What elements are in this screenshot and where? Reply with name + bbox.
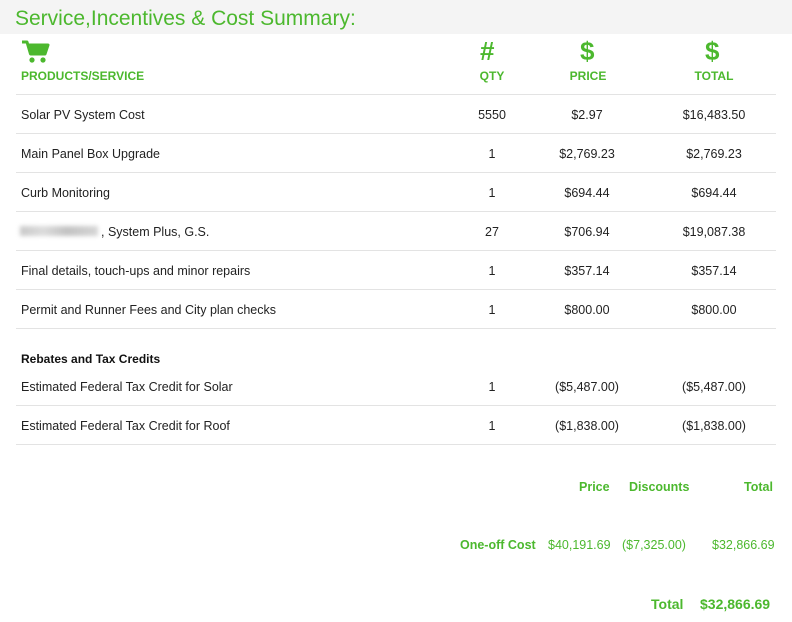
item-name: Main Panel Box Upgrade [21, 147, 160, 161]
item-price: $800.00 [564, 303, 610, 317]
item-total: $694.44 [691, 186, 737, 200]
rebate-name: Estimated Federal Tax Credit for Solar [21, 380, 233, 394]
item-name: Final details, touch-ups and minor repai… [21, 264, 251, 278]
one-off-price: $40,191.69 [548, 538, 611, 552]
rebate-total: ($1,838.00) [682, 419, 746, 433]
dollar-icon: $ [705, 36, 720, 66]
page-title: Service,Incentives & Cost Summary: [15, 7, 356, 30]
column-header-price: PRICE [569, 69, 607, 83]
row-divider [16, 250, 776, 251]
rebates-section-title: Rebates and Tax Credits [21, 352, 161, 366]
row-divider [16, 444, 776, 445]
row-divider [16, 405, 776, 406]
item-name: Curb Monitoring [21, 186, 110, 200]
summary-discounts-header: Discounts [629, 480, 690, 494]
item-total: $2,769.23 [686, 147, 742, 161]
item-price: $2.97 [571, 108, 603, 122]
item-name: Solar PV System Cost [21, 108, 145, 122]
one-off-total: $32,866.69 [712, 538, 775, 552]
shopping-cart-icon [21, 40, 51, 64]
one-off-cost-label: One-off Cost [460, 538, 536, 552]
column-header-total: TOTAL [694, 69, 734, 83]
item-price: $706.94 [564, 225, 610, 239]
item-total: $800.00 [691, 303, 737, 317]
row-divider [16, 172, 776, 173]
one-off-discounts: ($7,325.00) [622, 538, 686, 552]
rebate-total: ($5,487.00) [682, 380, 746, 394]
row-divider [16, 211, 776, 212]
item-total: $357.14 [691, 264, 737, 278]
summary-price-header: Price [579, 480, 610, 494]
row-divider [16, 289, 776, 290]
item-price: $694.44 [564, 186, 610, 200]
rebate-price: ($5,487.00) [555, 380, 619, 394]
item-name: Permit and Runner Fees and City plan che… [21, 303, 276, 317]
summary-total-header: Total [744, 480, 773, 494]
row-divider [16, 328, 776, 329]
dollar-icon: $ [580, 36, 595, 66]
column-header-product: PRODUCTS/SERVICE [21, 69, 145, 83]
hash-icon: # [480, 36, 495, 66]
item-price: $357.14 [564, 264, 610, 278]
item-name: , System Plus, G.S. [101, 225, 210, 239]
rebate-price: ($1,838.00) [555, 419, 619, 433]
redacted-text [20, 226, 98, 236]
item-price: $2,769.23 [559, 147, 615, 161]
grand-total-value: $32,866.69 [700, 596, 771, 612]
header-divider [16, 94, 776, 95]
item-total: $16,483.50 [682, 108, 746, 122]
grand-total-label: Total [651, 596, 684, 612]
item-total: $19,087.38 [682, 225, 746, 239]
row-divider [16, 133, 776, 134]
rebate-name: Estimated Federal Tax Credit for Roof [21, 419, 230, 433]
